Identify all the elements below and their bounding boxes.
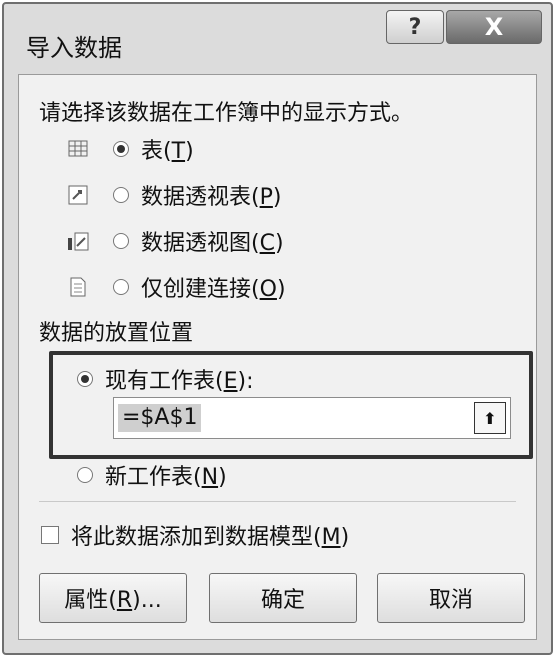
import-data-dialog: 导入数据 ? X 请选择该数据在工作簿中的显示方式。 表(T) 数据透视表(P) xyxy=(2,2,553,655)
connection-only-radio[interactable] xyxy=(113,279,129,295)
properties-button[interactable]: 属性(R)... xyxy=(39,573,187,623)
collapse-dialog-button[interactable]: ⬆ xyxy=(474,402,506,434)
properties-button-label: 属性(R)... xyxy=(64,588,162,613)
ok-button[interactable]: 确定 xyxy=(209,573,357,623)
display-mode-prompt: 请选择该数据在工作簿中的显示方式。 xyxy=(39,101,414,126)
close-icon: X xyxy=(484,13,504,41)
new-worksheet-radio[interactable] xyxy=(77,467,93,483)
option-existing-worksheet[interactable]: 现有工作表(E): xyxy=(77,363,254,395)
option-existing-worksheet-label: 现有工作表(E): xyxy=(105,369,254,394)
placement-section-label: 数据的放置位置 xyxy=(39,321,194,346)
pivot-chart-icon xyxy=(67,230,89,252)
dialog-body: 请选择该数据在工作簿中的显示方式。 表(T) 数据透视表(P) 数据透视图(C) xyxy=(18,74,537,640)
option-table-label: 表(T) xyxy=(141,139,194,164)
dialog-title: 导入数据 xyxy=(26,34,122,62)
option-new-worksheet[interactable]: 新工作表(N) xyxy=(77,459,227,491)
data-model-checkbox-row[interactable]: 将此数据添加到数据模型(M) xyxy=(41,519,349,551)
cell-reference-value: =$A$1 xyxy=(118,404,202,432)
connection-only-icon xyxy=(67,276,89,298)
option-connection-only[interactable]: 仅创建连接(O) xyxy=(67,271,286,303)
option-pivot-table-label: 数据透视表(P) xyxy=(141,185,282,210)
table-icon xyxy=(67,138,89,160)
option-pivot-chart[interactable]: 数据透视图(C) xyxy=(67,225,284,257)
option-pivot-chart-label: 数据透视图(C) xyxy=(141,231,284,256)
cell-reference-input[interactable]: =$A$1 ⬆ xyxy=(113,397,511,439)
help-button[interactable]: ? xyxy=(386,10,444,44)
upload-arrow-icon: ⬆ xyxy=(483,408,497,428)
cancel-button[interactable]: 取消 xyxy=(377,573,525,623)
table-radio[interactable] xyxy=(113,141,129,157)
pivot-chart-radio[interactable] xyxy=(113,233,129,249)
divider xyxy=(39,501,516,502)
help-icon: ? xyxy=(408,14,422,40)
close-button[interactable]: X xyxy=(446,10,542,44)
option-pivot-table[interactable]: 数据透视表(P) xyxy=(67,179,281,211)
data-model-checkbox[interactable] xyxy=(41,526,59,544)
pivot-table-radio[interactable] xyxy=(113,187,129,203)
option-new-worksheet-label: 新工作表(N) xyxy=(105,465,227,490)
pivot-table-icon xyxy=(67,184,89,206)
option-connection-only-label: 仅创建连接(O) xyxy=(141,277,286,302)
existing-worksheet-radio[interactable] xyxy=(77,371,93,387)
option-table[interactable]: 表(T) xyxy=(67,133,194,165)
data-model-checkbox-label: 将此数据添加到数据模型(M) xyxy=(71,525,350,550)
title-bar: 导入数据 ? X xyxy=(4,4,551,74)
